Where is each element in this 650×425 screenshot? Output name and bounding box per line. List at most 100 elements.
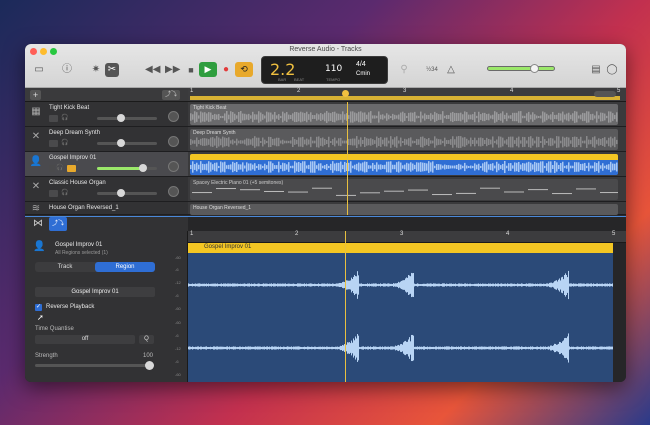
playhead-handle[interactable] — [342, 90, 349, 97]
track-lane: Deep Dream Synth — [188, 127, 626, 152]
zoom-slider[interactable] — [594, 91, 616, 97]
track-header-deep-dream-synth[interactable]: ✕ Deep Dream Synth 🎧 — [25, 127, 188, 152]
strength-slider[interactable] — [35, 361, 154, 370]
keyboard-icon: ✕ — [31, 181, 41, 192]
strength-knob[interactable] — [145, 361, 154, 370]
ruler-marker: 3 — [403, 88, 407, 94]
track-lane: Gospel Improv 01 — [188, 152, 626, 177]
forward-button[interactable]: ▶▶ — [165, 63, 180, 77]
track-header-classic-house-organ[interactable]: ✕ Classic House Organ 🎧 — [25, 177, 188, 202]
drum-machine-icon: ▦ — [31, 106, 41, 117]
loop-browser-icon[interactable]: ◯ — [605, 63, 619, 77]
flex-editor-button[interactable]: ⤴⤵ — [49, 217, 67, 231]
cycle-button[interactable]: ⟲ — [235, 62, 253, 77]
mute-button[interactable] — [49, 115, 58, 122]
strength-label: Strength — [35, 353, 58, 359]
library-icon[interactable]: ▭ — [32, 63, 46, 77]
track-header-tight-kick-beat[interactable]: ▦ Tight Kick Beat 🎧 — [25, 102, 188, 127]
editor-ruler[interactable]: 1 2 3 4 5 — [188, 231, 626, 243]
track-volume-slider[interactable] — [97, 167, 157, 170]
tuner-icon[interactable]: ⚲ — [397, 63, 411, 77]
scale-label: -60 — [175, 320, 181, 325]
scale-label: -6 — [175, 333, 179, 338]
editor-region-name: Gospel Improv 01 — [204, 244, 252, 250]
ruler-marker: 5 — [612, 231, 616, 237]
window-title: Reverse Audio - Tracks — [289, 46, 362, 53]
master-volume-slider[interactable] — [487, 64, 555, 73]
pan-knob[interactable] — [168, 161, 179, 172]
mute-button[interactable] — [49, 190, 58, 197]
editor-waveform-area[interactable] — [188, 253, 613, 382]
mute-button[interactable] — [49, 140, 58, 147]
editor-track-name: Gospel Improv 01 — [55, 242, 103, 248]
solo-headphones-icon[interactable]: 🎧 — [61, 114, 68, 121]
ruler-marker: 4 — [510, 88, 514, 94]
track-volume-knob[interactable] — [117, 189, 125, 197]
track-volume-slider[interactable] — [97, 142, 157, 145]
audio-region[interactable]: House Organ Reversed_1 — [190, 204, 618, 215]
track-lane: Spacey Electric Piano 01 (+5 semitones) — [188, 177, 626, 202]
region-name-field[interactable]: Gospel Improv 01 — [35, 287, 155, 297]
play-button[interactable]: ▶ — [199, 62, 217, 77]
audio-editor: ⋈ ⤴⤵ 👤 Gospel Improv 01 All Regions sele… — [25, 216, 626, 382]
smart-controls-icon[interactable]: ✷ — [89, 63, 103, 77]
lcd-beat-label: BEAT — [294, 77, 305, 82]
track-header-house-organ-reversed[interactable]: ≋ House Organ Reversed_1 — [25, 202, 188, 215]
time-quantise-select[interactable]: off — [35, 335, 135, 344]
help-icon[interactable]: ⓘ — [60, 63, 74, 77]
timeline-ruler[interactable]: 1 2 3 4 5 — [188, 88, 626, 102]
reverse-playback-checkbox[interactable]: ✓ — [35, 304, 42, 311]
solo-headphones-icon[interactable]: 🎧 — [61, 139, 68, 146]
app-window: Reverse Audio - Tracks ▭ ⓘ ✷ ✂ ◀◀ ▶▶ ■ ▶… — [25, 44, 626, 382]
editor-waveform — [188, 270, 613, 363]
track-volume-slider[interactable] — [97, 192, 157, 195]
master-volume-knob[interactable] — [530, 64, 539, 73]
solo-headphones-icon[interactable]: 🎧 — [61, 189, 68, 196]
tab-track[interactable]: Track — [35, 262, 95, 272]
playhead[interactable] — [347, 102, 348, 215]
notepad-icon[interactable]: ▤ — [589, 63, 603, 77]
lcd-key: Cmin — [356, 71, 371, 77]
pan-knob[interactable] — [168, 136, 179, 147]
editor-playhead[interactable] — [345, 231, 346, 382]
quantise-button[interactable]: Q — [139, 335, 154, 344]
track-volume-slider[interactable] — [97, 117, 157, 120]
track-region-segmented-control: Track Region — [35, 262, 155, 272]
pan-knob[interactable] — [168, 111, 179, 122]
scale-label: -12 — [175, 346, 181, 351]
track-volume-knob[interactable] — [117, 114, 125, 122]
audio-region[interactable]: Tight Kick Beat — [190, 104, 618, 125]
track-name: Deep Dream Synth — [49, 130, 101, 136]
track-lane: Tight Kick Beat — [188, 102, 626, 127]
track-volume-knob[interactable] — [117, 139, 125, 147]
metronome-icon[interactable]: △ — [444, 63, 458, 77]
flex-button[interactable]: ⤴⤵ — [162, 90, 180, 100]
track-header-gospel-improv-01[interactable]: 👤 Gospel Improv 01 🎧 — [25, 152, 188, 177]
track-volume-knob[interactable] — [139, 164, 147, 172]
editor-region-header[interactable]: Gospel Improv 01 — [188, 243, 613, 253]
cycle-range[interactable] — [190, 96, 620, 100]
record-button[interactable]: ● — [219, 63, 233, 77]
ruler-marker: 3 — [400, 231, 404, 237]
stop-button[interactable]: ■ — [184, 63, 198, 77]
audio-region-selected[interactable]: Gospel Improv 01 — [190, 154, 618, 175]
tab-region[interactable]: Region — [95, 262, 155, 272]
ruler-marker: 2 — [297, 88, 301, 94]
lcd-display[interactable]: 2.2 BAR BEAT 110 TEMPO 4/4 Cmin — [261, 56, 388, 84]
scale-label: -6 — [175, 293, 179, 298]
ruler-marker: 2 — [295, 231, 299, 237]
count-in-label[interactable]: ½34 — [422, 63, 442, 77]
mute-button[interactable] — [49, 165, 55, 172]
pan-knob[interactable] — [168, 186, 179, 197]
rewind-button[interactable]: ◀◀ — [145, 63, 160, 77]
audio-region[interactable]: Deep Dream Synth — [190, 129, 618, 150]
solo-headphones-icon[interactable]: 🎧 — [56, 164, 63, 171]
split-view-icon[interactable]: ⋈ — [31, 217, 45, 231]
lcd-tempo: 110 — [325, 64, 343, 74]
add-track-button[interactable]: + — [30, 90, 41, 100]
editors-icon[interactable]: ✂ — [105, 63, 119, 77]
record-enable-button[interactable] — [67, 165, 76, 172]
midi-region[interactable]: Spacey Electric Piano 01 (+5 semitones) — [190, 179, 618, 200]
waveform-icon: ≋ — [31, 203, 41, 214]
track-name: Tight Kick Beat — [49, 105, 90, 111]
